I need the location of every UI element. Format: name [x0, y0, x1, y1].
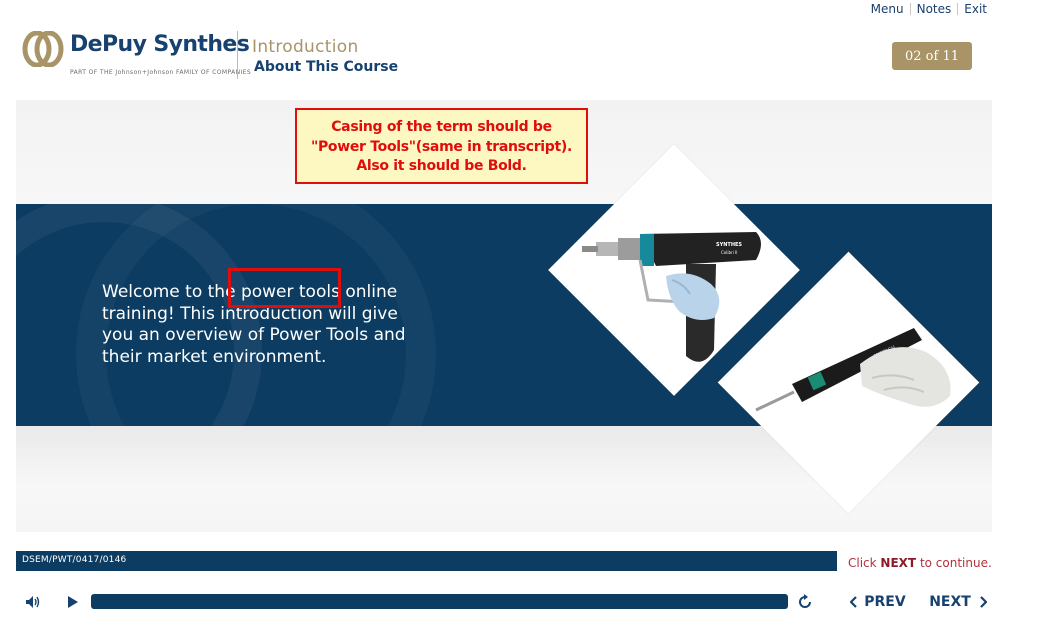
page-counter: 02 of 11 [892, 42, 972, 70]
brand-name: DePuy Synthes [70, 32, 250, 57]
section-title: Introduction [252, 37, 359, 57]
drill-brand-label: SYNTHES [716, 242, 742, 248]
header-divider [237, 31, 238, 79]
nav-separator [957, 3, 959, 15]
speaker-icon [26, 596, 40, 608]
progress-bar[interactable] [91, 594, 788, 609]
drill-model-label: Colibri II [721, 250, 737, 255]
menu-link[interactable]: Menu [871, 2, 904, 16]
exit-link[interactable]: Exit [964, 2, 987, 16]
play-button[interactable] [62, 590, 84, 614]
annotation-highlight-box [228, 268, 341, 308]
chevron-left-icon [850, 596, 858, 608]
continue-hint: Click NEXT to continue. [848, 556, 992, 570]
logo-mark-icon [22, 31, 64, 67]
notes-link[interactable]: Notes [917, 2, 952, 16]
player-controls: PREV NEXT [0, 590, 1053, 616]
top-nav: Menu Notes Exit [871, 2, 987, 16]
chevron-right-icon [980, 596, 987, 608]
play-icon [68, 596, 78, 608]
continue-next-word: NEXT [880, 556, 917, 570]
next-label: NEXT [929, 594, 971, 610]
prev-button[interactable]: PREV [850, 590, 906, 614]
next-button[interactable]: NEXT [928, 590, 988, 614]
brand-tagline: PART OF THE Johnson+Johnson FAMILY OF CO… [70, 69, 252, 76]
nav-separator [909, 3, 911, 15]
annotation-line: "Power Tools"(same in transcript). [310, 138, 573, 155]
course-code-bar: DSEM/PWT/0417/0146 [16, 551, 837, 571]
continue-prefix: Click [848, 556, 877, 570]
course-code: DSEM/PWT/0417/0146 [22, 555, 127, 565]
replay-button[interactable] [794, 590, 816, 614]
company-logo: DePuy Synthes PART OF THE Johnson+Johnso… [22, 31, 251, 81]
section-subtitle: About This Course [254, 59, 399, 75]
prev-label: PREV [864, 594, 906, 610]
annotation-line: Casing of the term should be [331, 119, 552, 135]
continue-suffix: to continue. [919, 556, 992, 570]
surgical-handpiece-image: ANSPACH [755, 328, 951, 412]
audio-button[interactable] [22, 590, 44, 614]
replay-icon [799, 594, 811, 608]
annotation-line: Also it should be Bold. [356, 158, 527, 174]
review-annotation-note: Casing of the term should be "Power Tool… [295, 108, 588, 184]
